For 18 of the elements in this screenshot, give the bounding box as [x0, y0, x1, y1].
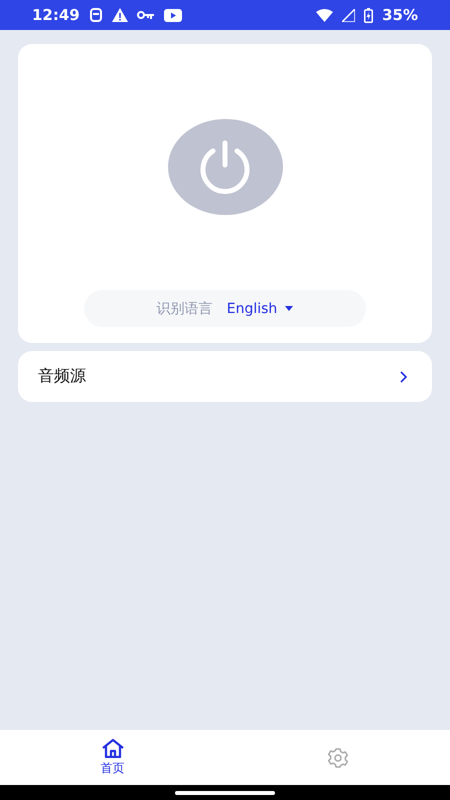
language-selector[interactable]: 识别语言 English: [84, 290, 366, 327]
key-icon: [136, 10, 155, 20]
chevron-right-icon: [399, 370, 408, 384]
wifi-icon: [316, 8, 334, 22]
settings-icon: [326, 746, 348, 768]
battery-icon: [364, 8, 374, 22]
audio-source-row[interactable]: 音频源: [18, 351, 432, 402]
battery-level: 35%: [382, 6, 418, 24]
video-icon: [164, 8, 182, 22]
nav-tab[interactable]: 首页: [0, 730, 225, 785]
warning-icon: [112, 8, 128, 22]
home-icon: [100, 738, 124, 758]
language-value: English: [226, 300, 278, 316]
gesture-handle[interactable]: [175, 790, 275, 794]
signal-icon: [342, 8, 356, 22]
status-time: 12:49: [32, 6, 80, 24]
caret-icon: [285, 306, 294, 311]
language-label: 识别语言: [156, 300, 213, 318]
